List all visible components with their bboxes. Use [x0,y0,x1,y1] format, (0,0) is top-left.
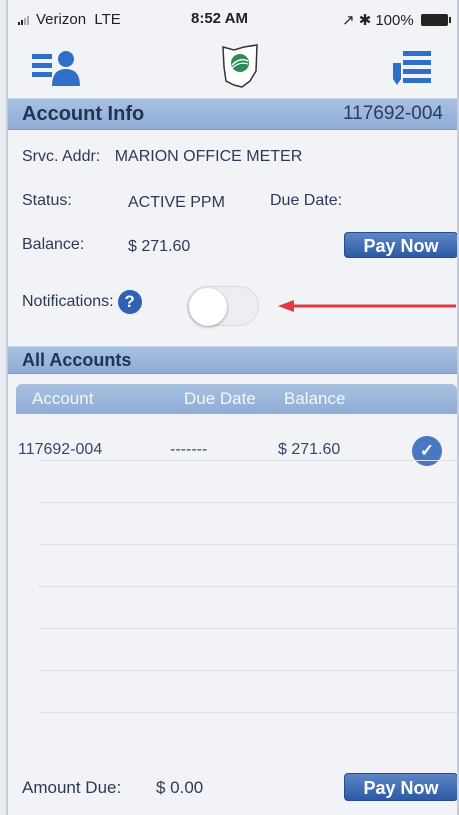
amount-due-label: Amount Due: [22,778,122,797]
balance-value: $ 271.60 [128,238,191,255]
row-balance: $ 271.60 [278,441,341,458]
carrier-text: Verizon LTE [36,11,121,28]
row-divider [38,544,457,545]
all-accounts-title: All Accounts [22,349,132,370]
battery-percent: 100% [375,11,414,29]
all-accounts-header: All Accounts [8,346,457,374]
balance-label: Balance: [22,236,85,253]
footer-pay-now-button[interactable]: Pay Now [344,773,457,801]
account-info-panel: Srvc. Addr: MARION OFFICE METER Status: … [8,130,457,350]
col-balance: Balance [284,389,346,408]
notifications-row: Notifications: ? [22,290,142,314]
due-date-label: Due Date: [270,192,343,209]
row-due-date: ------- [170,441,208,458]
nav-bar [8,40,457,98]
pay-now-button[interactable]: Pay Now [344,232,457,258]
annotation-arrow-icon [278,300,456,312]
footer-bar: Amount Due: $ 0.00 Pay Now [8,768,457,808]
accounts-table-body: 117692-004 ------- $ 271.60 ✓ [16,414,457,754]
account-card-icon[interactable] [32,50,80,88]
row-divider [38,628,457,629]
status-label: Status: [22,192,72,209]
carrier-name: Verizon [36,11,87,28]
srvc-addr-label: Srvc. Addr: [22,148,101,165]
status-bar: Verizon LTE 8:52 AM ↗ ✱ 100% [8,0,457,40]
row-divider [38,460,457,461]
selected-check-icon[interactable]: ✓ [412,436,442,466]
account-info-title: Account Info [22,102,145,125]
clock: 8:52 AM [191,10,248,27]
bill-list-icon[interactable] [391,49,431,89]
notifications-label: Notifications: [22,293,114,310]
status-value: ACTIVE PPM [128,194,225,211]
account-info-header: Account Info 117692-004 [8,98,457,130]
accounts-table-header: Account Due Date Balance [16,384,457,414]
network-type: LTE [94,11,121,28]
account-number: 117692-004 [342,103,443,124]
ohio-logo-icon[interactable] [220,43,260,89]
row-divider [38,670,457,671]
row-divider [38,586,457,587]
location-bluetooth-icons: ↗ ✱ [342,12,372,29]
amount-due-value: $ 0.00 [156,778,204,797]
srvc-addr-value: MARION OFFICE METER [114,148,303,165]
row-account: 117692-004 [18,441,103,458]
help-icon[interactable]: ? [117,290,142,314]
battery-icon [420,14,451,26]
col-due-date: Due Date [184,389,256,408]
row-divider [38,502,457,503]
service-address-row: Srvc. Addr: MARION OFFICE METER [22,148,302,166]
notifications-toggle[interactable] [187,286,259,326]
col-account: Account [32,389,94,408]
toggle-knob [189,288,227,326]
row-divider [38,712,457,713]
signal-icon [18,15,29,25]
status-right: ↗ ✱ 100% [342,11,451,29]
table-row[interactable]: 117692-004 ------- $ 271.60 ✓ [16,434,457,474]
phone-screen: Verizon LTE 8:52 AM ↗ ✱ 100% Account Inf… [6,0,459,815]
